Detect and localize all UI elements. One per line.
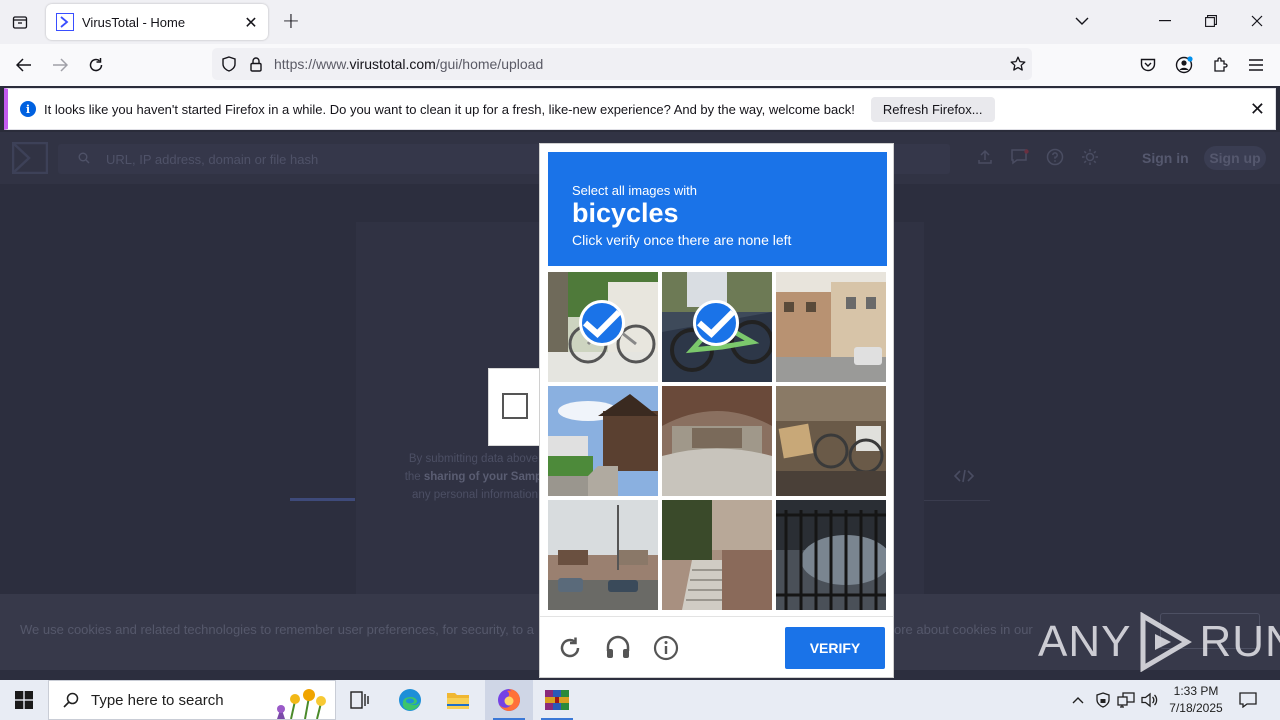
terms-line-1: By submitting data above, <box>408 453 542 465</box>
search-highlight-flowers-icon <box>261 683 331 719</box>
tile-bicycle-yard[interactable] <box>776 386 886 496</box>
tile-garage[interactable] <box>662 386 772 496</box>
address-bar[interactable]: https://www.virustotal.com/gui/home/uplo… <box>212 48 1032 80</box>
search-icon <box>63 692 79 708</box>
captcha-instruction: Select all images with <box>572 183 697 198</box>
cookie-text-right[interactable]: ore about cookies in our <box>894 622 1033 637</box>
back-icon[interactable] <box>10 52 38 78</box>
tracking-protection-shield-icon[interactable] <box>222 56 236 72</box>
winrar-taskbar-icon[interactable] <box>533 680 581 720</box>
active-tab-indicator <box>290 498 355 501</box>
reload-icon[interactable] <box>82 52 110 78</box>
verify-button[interactable]: VERIFY <box>785 627 885 669</box>
notification-message: It looks like you haven't started Firefo… <box>44 101 855 117</box>
url-text[interactable]: https://www.virustotal.com/gui/home/uplo… <box>274 56 543 72</box>
pocket-icon[interactable] <box>1134 52 1162 78</box>
selected-check-icon <box>579 300 625 346</box>
taskbar-search-placeholder: Type here to search <box>91 691 224 709</box>
tile-railing-car[interactable] <box>776 500 886 610</box>
task-view-icon[interactable] <box>336 680 384 720</box>
tab-close-icon[interactable]: ✕ <box>240 11 262 33</box>
clock-time: 1:33 PM <box>1173 684 1219 698</box>
captcha-footer: VERIFY <box>540 616 893 677</box>
tile-bicycle-wall[interactable] <box>548 272 658 382</box>
chat-icon[interactable] <box>1010 147 1030 167</box>
minimize-icon[interactable] <box>1150 8 1180 34</box>
edge-icon[interactable] <box>386 680 434 720</box>
captcha-checkbox-widget <box>488 368 540 446</box>
vt-search-placeholder: URL, IP address, domain or file hash <box>106 151 319 167</box>
watermark-text-run: RUN <box>1199 617 1280 666</box>
tile-street-buildings[interactable] <box>776 272 886 382</box>
terms-text: By submitting data above, the sharing of… <box>400 450 550 504</box>
windows-taskbar: Type here to search 1:33 PM 7/18/2025 <box>0 680 1280 720</box>
captcha-target-word: bicycles <box>572 198 679 228</box>
audio-challenge-icon[interactable] <box>604 634 632 662</box>
tile-house-path[interactable] <box>548 386 658 496</box>
account-icon[interactable] <box>1170 52 1198 78</box>
lock-icon[interactable] <box>250 56 262 72</box>
upload-icon[interactable] <box>975 147 995 167</box>
theme-sun-icon[interactable] <box>1080 147 1100 167</box>
terms-line-3: any personal information <box>412 489 538 501</box>
list-all-tabs-icon[interactable] <box>1067 8 1097 34</box>
new-tab-button[interactable]: + <box>280 9 302 34</box>
taskbar-clock[interactable]: 1:33 PM 7/18/2025 <box>1162 683 1230 717</box>
sign-in-link[interactable]: Sign in <box>1142 150 1189 166</box>
file-explorer-icon[interactable] <box>434 680 482 720</box>
info-circle-icon[interactable] <box>652 634 680 662</box>
url-domain: virustotal.com <box>349 56 436 72</box>
virustotal-logo-icon[interactable] <box>11 141 49 175</box>
captcha-challenge: Select all images with bicycles Click ve… <box>539 143 894 678</box>
tile-stairs-building[interactable] <box>662 500 772 610</box>
url-path: /gui/home/upload <box>435 56 544 72</box>
help-icon[interactable] <box>1045 147 1065 167</box>
code-icon <box>953 468 975 488</box>
url-prefix: https://www. <box>274 56 350 72</box>
anyrun-watermark: ANY RUN <box>1038 610 1280 674</box>
taskbar-search-input[interactable]: Type here to search <box>48 680 336 720</box>
terms-line-2-bold[interactable]: sharing of your Sampl <box>424 471 545 483</box>
captcha-header: Select all images with bicycles Click ve… <box>548 152 887 266</box>
network-icon[interactable] <box>1116 690 1136 710</box>
tile-green-bicycle[interactable] <box>662 272 772 382</box>
tab-bar: VirusTotal - Home ✕ + <box>0 0 1280 44</box>
watermark-text-any: ANY <box>1038 617 1132 666</box>
security-tray-icon[interactable] <box>1093 690 1113 710</box>
navigation-bar: https://www.virustotal.com/gui/home/uplo… <box>0 44 1280 86</box>
sign-up-button[interactable]: Sign up <box>1204 146 1266 170</box>
menu-hamburger-icon[interactable] <box>1242 52 1270 78</box>
notifications-icon[interactable] <box>1238 690 1258 710</box>
terms-line-2: the sharing of your Sampl <box>400 468 550 486</box>
play-logo-icon <box>1140 612 1193 672</box>
tab-title: VirusTotal - Home <box>82 14 186 30</box>
cookie-text-left: We use cookies and related technologies … <box>20 622 535 637</box>
refresh-icon[interactable] <box>556 634 584 662</box>
refresh-firefox-notification: i It looks like you haven't started Fire… <box>4 88 1276 130</box>
close-window-icon[interactable] <box>1242 8 1272 34</box>
captcha-checkbox[interactable] <box>502 393 528 419</box>
selected-check-icon <box>693 300 739 346</box>
show-hidden-icons-icon[interactable] <box>1068 690 1088 710</box>
tab-virustotal[interactable]: VirusTotal - Home ✕ <box>46 4 268 40</box>
terms-line-2-prefix: the <box>404 471 424 483</box>
refresh-firefox-button[interactable]: Refresh Firefox... <box>870 96 995 122</box>
search-icon <box>78 152 90 164</box>
bookmark-star-icon[interactable] <box>1010 56 1026 72</box>
forward-icon[interactable] <box>46 52 74 78</box>
tile-parking-lot[interactable] <box>548 500 658 610</box>
info-icon: i <box>20 101 36 117</box>
clock-date: 7/18/2025 <box>1169 701 1223 715</box>
extensions-icon[interactable] <box>1206 52 1234 78</box>
windows-start-icon[interactable] <box>0 680 48 720</box>
tab-divider <box>924 500 990 501</box>
volume-icon[interactable] <box>1140 690 1160 710</box>
captcha-hint: Click verify once there are none left <box>572 232 792 248</box>
tab-list-icon[interactable] <box>8 10 32 34</box>
virustotal-favicon-icon <box>56 13 74 31</box>
restore-icon[interactable] <box>1196 8 1226 34</box>
notification-close-icon[interactable]: ✕ <box>1250 99 1265 120</box>
firefox-taskbar-icon[interactable] <box>485 680 533 720</box>
